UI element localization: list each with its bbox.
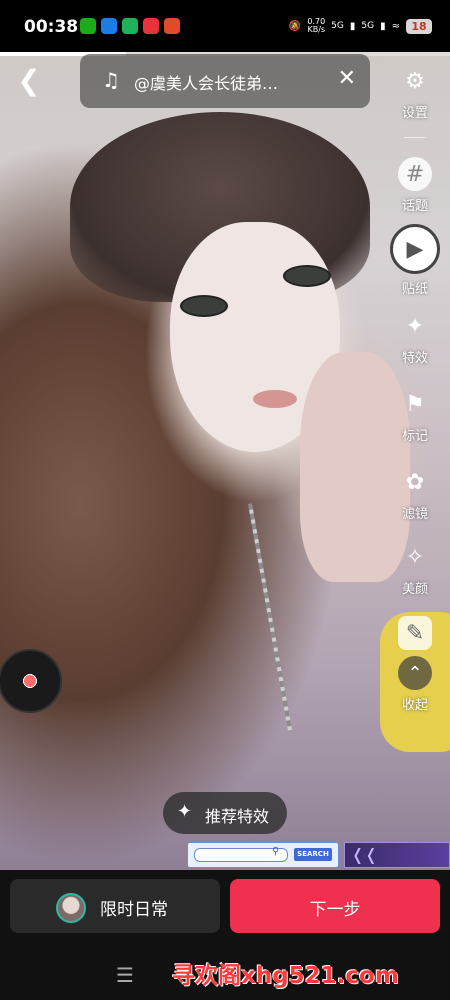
magic-wand-icon: ✧ <box>405 544 425 570</box>
recommended-effects-label: 推荐特效 <box>205 807 270 826</box>
status-time: 00:38 <box>24 17 79 37</box>
close-icon[interactable]: ✕ <box>338 66 356 91</box>
app-red-icon <box>164 18 180 34</box>
signal-bars-icon-2: ▮ <box>380 20 386 32</box>
search-icon: ⚲ <box>272 846 280 857</box>
ad-search-button[interactable]: SEARCH <box>294 848 332 861</box>
ad-search-strip[interactable]: ⚲ SEARCH <box>187 842 339 868</box>
mute-icon: 🔕 <box>288 20 302 32</box>
net-speed-unit: KB/s <box>307 25 326 34</box>
template-label: 限时日常 <box>100 900 168 920</box>
music-title: @虞美人会长徒弟… <box>134 74 279 93</box>
toolbar-mark[interactable]: ⚑ 标记 <box>388 387 442 445</box>
status-indicators: 🔕 0.70 KB/s 5G ▮ 5G ▮ ≈ 18 <box>289 18 432 34</box>
chevron-up-icon: ⌃ <box>398 656 432 690</box>
next-step-label: 下一步 <box>309 900 361 920</box>
toolbar-topic[interactable]: # 话题 <box>388 157 442 214</box>
preview-eye-left <box>180 295 228 317</box>
wifi-icon: ≈ <box>391 20 400 32</box>
recommended-effects-button[interactable]: ✦ 推荐特效 <box>163 792 287 834</box>
toolbar-image-edit[interactable]: ✎ <box>388 616 442 650</box>
toolbar-divider <box>404 137 426 138</box>
toolbar-label-settings: 设置 <box>401 106 428 121</box>
toolbar-settings[interactable]: ⚙ 设置 <box>388 64 442 122</box>
hashtag-icon: # <box>398 157 432 191</box>
avatar <box>56 893 86 923</box>
toolbar-label-mark: 标记 <box>401 429 428 444</box>
music-note-icon: ♫ <box>102 68 120 92</box>
toolbar-label-beauty: 美颜 <box>401 582 428 597</box>
status-bar: 00:38 🔕 0.70 KB/s 5G ▮ 5G ▮ ≈ 18 <box>0 0 450 52</box>
music-selector[interactable]: ♫ @虞美人会长徒弟… ✕ <box>80 54 370 108</box>
music-disc-icon[interactable] <box>0 649 62 713</box>
filter-icon: ✿ <box>405 469 425 495</box>
signal-2: 5G <box>361 21 375 31</box>
sparkle-icon: ✦ <box>405 313 425 339</box>
image-edit-icon: ✎ <box>398 616 432 650</box>
toolbar-label-topic: 话题 <box>401 199 428 214</box>
app-red-heart-icon <box>143 18 159 34</box>
watermark: 寻欢阁xhg521.com <box>172 963 399 989</box>
camera-preview[interactable]: ❮ ♫ @虞美人会长徒弟… ✕ ⚙ 设置 # 话题 ▶ 贴纸 ✦ 特效 ⚑ 标记… <box>0 52 450 870</box>
ad-arrow-strip[interactable]: ❬❬ <box>344 842 450 868</box>
sparkle-icon: ✦ <box>177 801 193 822</box>
preview-eye-right <box>283 265 331 287</box>
gear-icon: ⚙ <box>405 68 425 94</box>
signal-bars-icon: ▮ <box>349 20 356 32</box>
preview-necklace <box>248 503 292 731</box>
preview-lips <box>253 390 297 408</box>
app-blue-icon <box>101 18 117 34</box>
toolbar-label-collapse: 收起 <box>401 698 428 713</box>
bottom-panel: 限时日常 下一步 ☰ 寻欢阁xhg521.com <box>0 870 450 1000</box>
notification-icons <box>80 18 180 34</box>
toolbar-label-filter: 滤镜 <box>401 507 428 522</box>
toolbar-effects[interactable]: ✦ 特效 <box>388 309 442 367</box>
net-speed: 0.70 KB/s <box>307 18 325 34</box>
toolbar-sticker[interactable]: ▶ 贴纸 <box>388 224 442 297</box>
wechat-icon <box>80 18 96 34</box>
menu-icon[interactable]: ☰ <box>116 963 134 987</box>
toolbar-label-effects: 特效 <box>401 351 428 366</box>
double-chevron-left-icon: ❬❬ <box>351 845 378 864</box>
toolbar-collapse[interactable]: ⌃ 收起 <box>388 656 442 713</box>
toolbar-filter[interactable]: ✿ 滤镜 <box>388 465 442 523</box>
toolbar-beauty[interactable]: ✧ 美颜 <box>388 540 442 598</box>
template-button[interactable]: 限时日常 <box>10 879 220 933</box>
app-green-icon <box>122 18 138 34</box>
toolbar-label-sticker: 贴纸 <box>401 282 428 297</box>
signal-1: 5G <box>331 21 344 31</box>
back-button[interactable]: ❮ <box>14 64 44 98</box>
sticker-icon: ▶ <box>390 224 440 274</box>
next-step-button[interactable]: 下一步 <box>230 879 440 933</box>
tag-icon: ⚑ <box>405 391 425 417</box>
battery-indicator: 18 <box>406 18 432 34</box>
